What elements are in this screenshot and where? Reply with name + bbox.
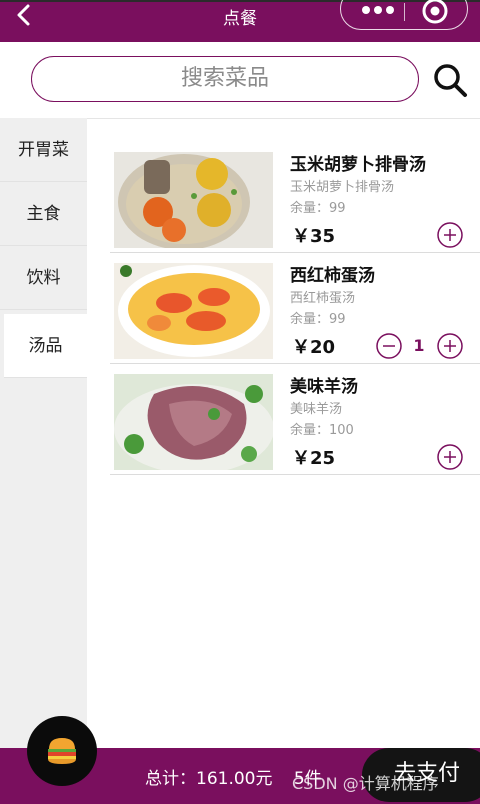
dish-item: 玉米胡萝卜排骨汤 玉米胡萝卜排骨汤 余量：99 ￥35 (110, 142, 480, 253)
burger-icon (48, 738, 76, 764)
add-button[interactable] (437, 444, 463, 470)
remove-button[interactable] (376, 333, 402, 359)
dish-description: 西红柿蛋汤 (290, 291, 356, 306)
category-sidebar: 开胃菜 主食 饮料 汤品 (0, 118, 87, 748)
search-row: 搜索菜品 (0, 42, 480, 119)
dish-image (114, 374, 273, 470)
target-icon[interactable] (421, 0, 449, 25)
category-soup[interactable]: 汤品 (4, 314, 87, 378)
plus-icon (437, 222, 463, 248)
cart-button[interactable] (27, 716, 97, 786)
dish-item: 西红柿蛋汤 西红柿蛋汤 余量：99 ￥20 1 (110, 253, 480, 364)
dish-name: 西红柿蛋汤 (290, 266, 375, 286)
total-amount: 总计：161.00元 (145, 769, 273, 789)
dish-description: 玉米胡萝卜排骨汤 (290, 180, 395, 195)
minus-icon (376, 333, 402, 359)
dish-name: 玉米胡萝卜排骨汤 (290, 155, 426, 175)
dish-description: 美味羊汤 (290, 402, 343, 417)
plus-icon (437, 333, 463, 359)
dish-list: 玉米胡萝卜排骨汤 玉米胡萝卜排骨汤 余量：99 ￥35 西红柿蛋汤 西红柿蛋汤 … (110, 142, 480, 475)
dish-stock: 余量：99 (290, 201, 346, 216)
watermark: CSDN @计算机程序 (292, 774, 439, 793)
dish-stock: 余量：99 (290, 312, 346, 327)
dish-price: ￥25 (292, 448, 336, 469)
quantity-value: 1 (413, 336, 425, 355)
category-staple[interactable]: 主食 (0, 182, 87, 246)
dish-image (114, 263, 273, 359)
dish-stock: 余量：100 (290, 423, 354, 438)
more-dots-icon[interactable] (361, 3, 395, 17)
capsule-divider (404, 3, 405, 21)
plus-icon (437, 444, 463, 470)
dish-name: 美味羊汤 (290, 377, 358, 397)
category-drinks[interactable]: 饮料 (0, 246, 87, 310)
search-button[interactable] (432, 62, 468, 102)
dish-image (114, 152, 273, 248)
dish-price: ￥35 (292, 226, 336, 247)
category-appetizer[interactable]: 开胃菜 (0, 118, 87, 182)
miniapp-capsule (340, 0, 468, 30)
add-button[interactable] (437, 222, 463, 248)
search-icon (434, 64, 467, 97)
dish-item: 美味羊汤 美味羊汤 余量：100 ￥25 (110, 364, 480, 475)
top-bar: 点餐 (0, 0, 480, 42)
add-button[interactable] (437, 333, 463, 359)
search-input[interactable]: 搜索菜品 (31, 56, 419, 102)
dish-price: ￥20 (292, 337, 336, 358)
